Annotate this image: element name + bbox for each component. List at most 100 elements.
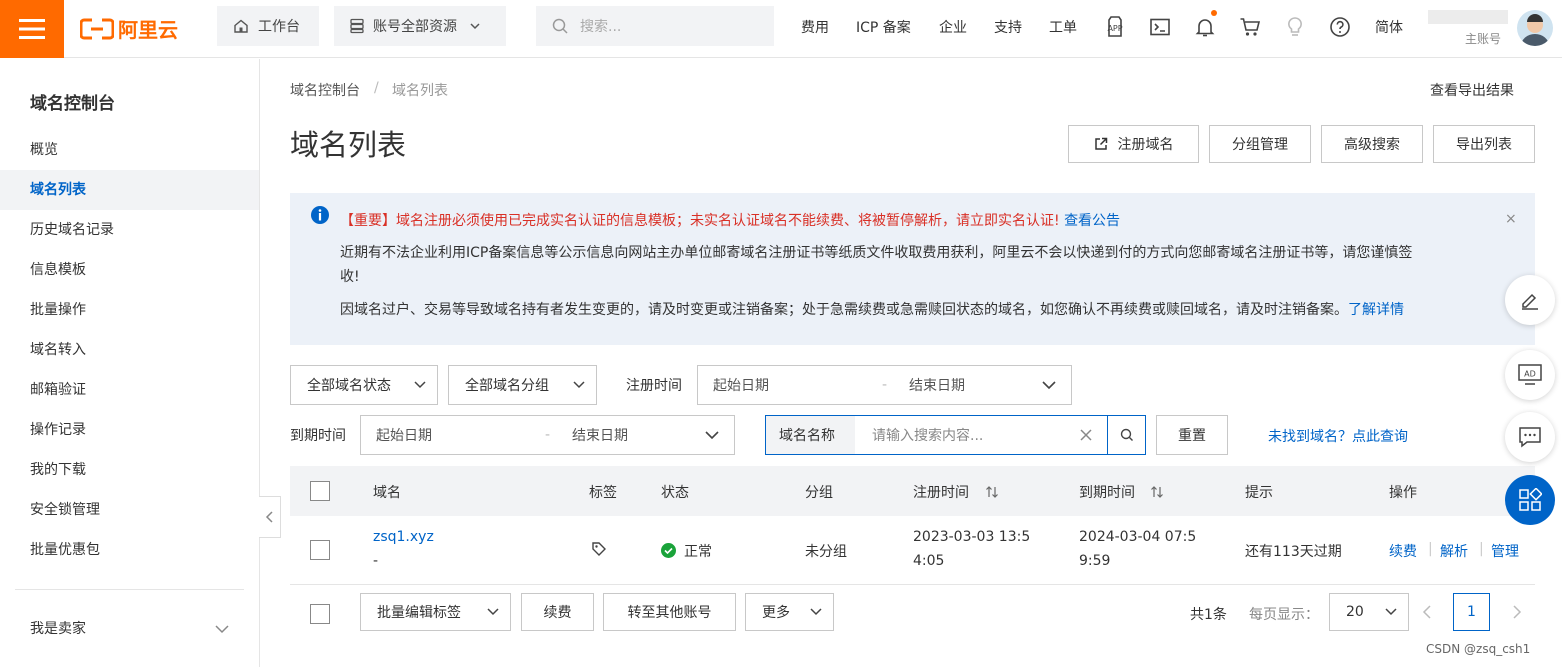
search-icon	[552, 18, 568, 34]
svg-text:APP: APP	[1107, 24, 1122, 33]
nav-enterprise[interactable]: 企业	[939, 17, 967, 37]
lightbulb-icon[interactable]	[1284, 16, 1306, 38]
sidebar-item-domain-list[interactable]: 域名列表	[0, 170, 259, 210]
chevron-down-icon	[1385, 608, 1397, 616]
exp-start-date[interactable]: 起始日期	[376, 425, 432, 445]
clear-icon[interactable]	[1079, 428, 1093, 442]
cart-icon[interactable]	[1239, 16, 1261, 38]
chat-float-button[interactable]	[1505, 412, 1555, 462]
sidebar-item-operation-log[interactable]: 操作记录	[0, 410, 259, 450]
nav-ticket[interactable]: 工单	[1049, 17, 1077, 37]
batch-renew-button[interactable]: 续费	[521, 593, 594, 631]
sidebar-item-overview[interactable]: 概览	[0, 130, 259, 170]
sidebar-item-transfer-in[interactable]: 域名转入	[0, 330, 259, 370]
workbench-label: 工作台	[258, 19, 300, 35]
logo-text: 阿里云	[118, 18, 178, 42]
edit-float-button[interactable]	[1505, 275, 1555, 325]
sidebar-item-history[interactable]: 历史域名记录	[0, 210, 259, 250]
exp-time-line-2: 9:59	[1079, 553, 1111, 569]
advanced-search-button[interactable]: 高级搜索	[1321, 125, 1423, 163]
dns-link[interactable]: 解析	[1440, 541, 1468, 561]
nav-support[interactable]: 支持	[994, 17, 1022, 37]
ad-float-button[interactable]: AD	[1505, 350, 1555, 400]
home-icon	[234, 19, 248, 33]
row-checkbox[interactable]	[310, 540, 330, 560]
workbench-button[interactable]: 工作台	[217, 6, 319, 46]
sidebar-item-discount-pack[interactable]: 批量优惠包	[0, 530, 259, 570]
col-exp-time[interactable]: 到期时间	[1079, 482, 1135, 502]
terminal-icon[interactable]	[1149, 16, 1171, 38]
bell-icon[interactable]	[1194, 16, 1216, 38]
notification-dot	[1211, 10, 1217, 16]
batch-tag-label: 批量编辑标签	[377, 605, 461, 621]
sidebar-item-batch[interactable]: 批量操作	[0, 290, 259, 330]
exp-time-range-picker[interactable]: 起始日期 - 结束日期	[360, 415, 735, 455]
sort-icon[interactable]	[1150, 485, 1164, 499]
reset-button[interactable]: 重置	[1156, 415, 1228, 455]
per-page-select[interactable]: 20	[1329, 593, 1409, 631]
group-manage-button[interactable]: 分组管理	[1209, 125, 1311, 163]
breadcrumb-current: 域名列表	[392, 83, 448, 99]
global-search-input[interactable]: 搜索...	[536, 6, 774, 46]
domain-name-link[interactable]: zsq1.xyz	[373, 529, 434, 545]
select-all-checkbox[interactable]	[310, 481, 330, 501]
notice-details-link[interactable]: 了解详情	[1348, 302, 1404, 318]
info-icon	[311, 206, 329, 224]
external-link-icon	[1094, 137, 1107, 150]
batch-tag-select[interactable]: 批量编辑标签	[360, 593, 511, 631]
chevron-down-icon	[215, 625, 229, 634]
renew-link[interactable]: 续费	[1389, 541, 1417, 561]
domain-sub: -	[373, 553, 379, 569]
sidebar-item-email-verify[interactable]: 邮箱验证	[0, 370, 259, 410]
reg-time-line-2: 4:05	[913, 553, 945, 569]
nav-icp[interactable]: ICP 备案	[856, 17, 911, 37]
breadcrumb-root[interactable]: 域名控制台	[290, 80, 360, 100]
col-reg-time[interactable]: 注册时间	[913, 482, 969, 502]
aliyun-logo[interactable]: 阿里云	[80, 14, 178, 43]
resources-dropdown[interactable]: 账号全部资源	[334, 6, 506, 46]
status-filter-value: 全部域名状态	[307, 378, 391, 394]
svg-text:AD: AD	[1524, 370, 1536, 379]
notice-close-icon[interactable]: ×	[1505, 211, 1517, 227]
exp-end-date[interactable]: 结束日期	[572, 425, 628, 445]
search-type-select[interactable]: 域名名称	[766, 416, 855, 454]
more-actions-select[interactable]: 更多	[745, 593, 834, 631]
apps-float-button[interactable]	[1505, 475, 1555, 525]
manage-link[interactable]: 管理	[1491, 541, 1519, 561]
prev-page-icon[interactable]	[1421, 604, 1433, 620]
app-icon[interactable]: APP	[1104, 16, 1126, 38]
col-group: 分组	[805, 485, 833, 501]
nav-fees[interactable]: 费用	[801, 17, 829, 37]
menu-icon[interactable]	[0, 0, 64, 58]
search-submit-button[interactable]	[1108, 416, 1146, 454]
next-page-icon[interactable]	[1511, 604, 1523, 620]
sidebar-item-templates[interactable]: 信息模板	[0, 250, 259, 290]
export-list-button[interactable]: 导出列表	[1433, 125, 1535, 163]
reg-start-date[interactable]: 起始日期	[713, 375, 769, 395]
avatar[interactable]	[1517, 10, 1553, 46]
domain-not-found-link[interactable]: 未找到域名？点此查询	[1268, 426, 1408, 446]
reg-end-date[interactable]: 结束日期	[909, 375, 965, 395]
sidebar-collapse-handle[interactable]	[259, 496, 281, 538]
register-domain-button[interactable]: 注册域名	[1068, 125, 1199, 163]
watermark: CSDN @zsq_csh1	[1426, 642, 1531, 656]
help-icon[interactable]	[1329, 16, 1351, 38]
notice-line-2: 近期有不法企业利用ICP备案信息等公示信息向网站主办单位邮寄域名注册证书等纸质文…	[340, 245, 1413, 261]
status-filter-select[interactable]: 全部域名状态	[290, 365, 438, 405]
sidebar-item-security-lock[interactable]: 安全锁管理	[0, 490, 259, 530]
table-header: 域名 标签 状态 分组 注册时间 到期时间 提示 操作	[290, 466, 1535, 516]
language-switch[interactable]: 简体	[1375, 17, 1403, 37]
reg-time-range-picker[interactable]: 起始日期 - 结束日期	[697, 365, 1072, 405]
group-filter-select[interactable]: 全部域名分组	[448, 365, 597, 405]
sidebar-item-downloads[interactable]: 我的下载	[0, 450, 259, 490]
export-results-link[interactable]: 查看导出结果	[1430, 80, 1514, 100]
tag-icon[interactable]	[591, 541, 607, 557]
account-type-label: 主账号	[1465, 32, 1502, 46]
transfer-account-button[interactable]: 转至其他账号	[603, 593, 736, 631]
page-1-button[interactable]: 1	[1453, 593, 1490, 631]
domain-search-input[interactable]: 请输入搜索内容...	[872, 425, 983, 445]
footer-select-all-checkbox[interactable]	[310, 604, 330, 624]
notice-announcement-link[interactable]: 查看公告	[1064, 213, 1120, 229]
search-icon	[1120, 428, 1133, 441]
sort-icon[interactable]	[985, 485, 999, 499]
